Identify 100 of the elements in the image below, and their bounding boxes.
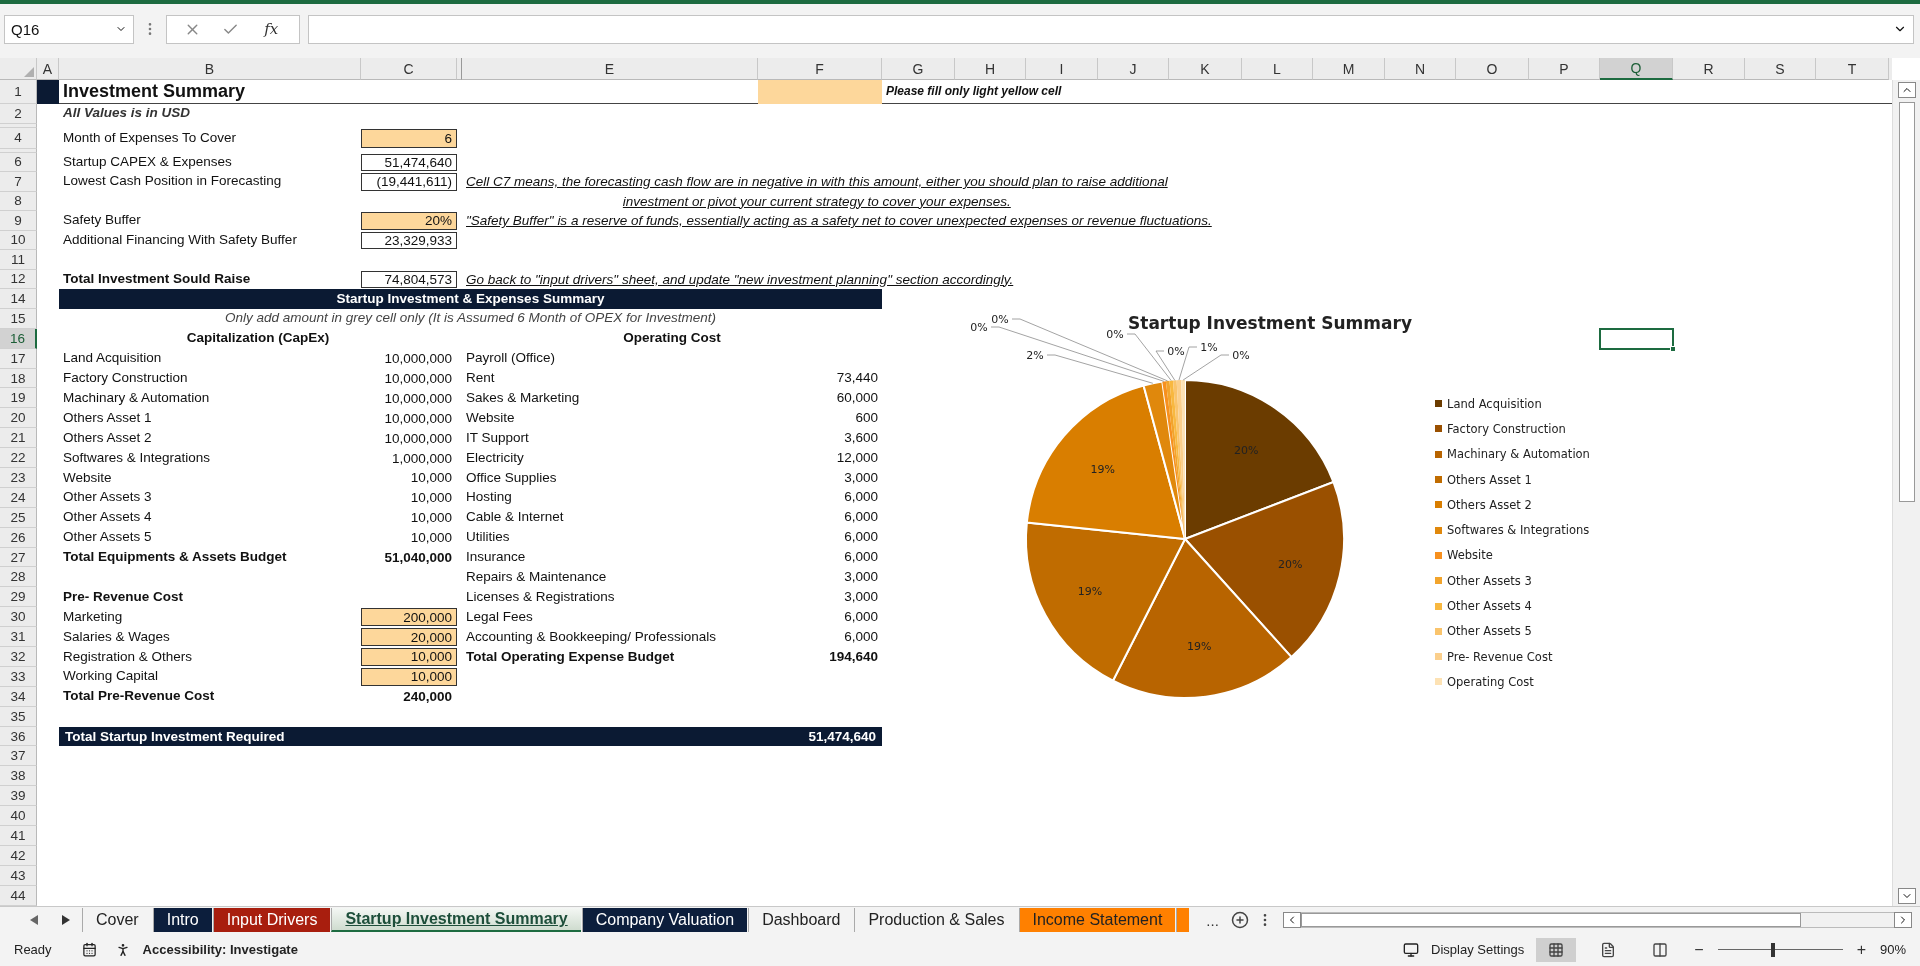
column-header[interactable]: K: [1169, 58, 1242, 80]
row-header[interactable]: 28: [0, 567, 37, 588]
insert-function-button[interactable]: fx: [260, 20, 283, 38]
row-header[interactable]: 27: [0, 547, 37, 568]
column-header[interactable]: S: [1745, 58, 1816, 80]
sheet-tab[interactable]: Intro: [152, 908, 212, 932]
columns-icon: [1652, 941, 1669, 958]
formula-field[interactable]: [308, 14, 1914, 44]
row-header[interactable]: 37: [0, 746, 37, 767]
row-header[interactable]: 36: [0, 726, 37, 747]
row-header[interactable]: 20: [0, 408, 37, 429]
row-header[interactable]: 16: [0, 328, 37, 349]
row-header[interactable]: 17: [0, 348, 37, 369]
view-button[interactable]: [1536, 937, 1577, 962]
column-header[interactable]: Q: [1600, 58, 1673, 80]
monitor-icon[interactable]: [1403, 941, 1420, 958]
scrollbar-thumb[interactable]: [1898, 102, 1915, 502]
scroll-left-button[interactable]: [1282, 912, 1301, 928]
row-header[interactable]: 29: [0, 587, 37, 608]
sheet-tab[interactable]: Input Drivers: [212, 908, 331, 932]
column-header[interactable]: A: [37, 58, 59, 80]
legend-label: Machinary & Automation: [1447, 447, 1590, 462]
row-header[interactable]: 21: [0, 428, 37, 449]
zoom-in-button[interactable]: +: [1854, 940, 1868, 959]
row-header[interactable]: 33: [0, 666, 37, 687]
scrollbar-thumb[interactable]: [1300, 913, 1801, 927]
data-label: 0%: [1232, 349, 1250, 362]
right-triangle-icon[interactable]: [62, 915, 70, 925]
column-header[interactable]: M: [1313, 58, 1385, 80]
row-header[interactable]: 11: [0, 250, 37, 270]
row-header[interactable]: 40: [0, 806, 37, 827]
slider-thumb[interactable]: [1770, 942, 1775, 957]
row-header[interactable]: 24: [0, 487, 37, 508]
column-header[interactable]: B: [59, 58, 361, 80]
row-header[interactable]: 18: [0, 368, 37, 389]
row-header[interactable]: 14: [0, 289, 37, 309]
row-header[interactable]: 38: [0, 766, 37, 787]
row-header[interactable]: 9: [0, 211, 37, 231]
row-label: Website: [465, 410, 516, 426]
name-box[interactable]: Q16: [4, 14, 134, 44]
row-header[interactable]: 42: [0, 845, 37, 866]
sheet-tab[interactable]: Production & Sales: [854, 908, 1018, 932]
scroll-down-button[interactable]: [1897, 888, 1916, 904]
row-header[interactable]: 4: [0, 127, 37, 149]
row-header[interactable]: 43: [0, 865, 37, 886]
row-header[interactable]: 32: [0, 647, 37, 667]
row-header[interactable]: 34: [0, 686, 37, 707]
row-header[interactable]: 2: [0, 104, 37, 124]
zoom-out-button[interactable]: −: [1692, 940, 1706, 959]
sheet-tab[interactable]: Income Statement: [1018, 908, 1176, 932]
zoom-slider[interactable]: [1717, 942, 1843, 957]
sheet-tab[interactable]: [1176, 908, 1190, 932]
row-header[interactable]: 44: [0, 885, 37, 906]
calendar-icon[interactable]: [81, 942, 97, 957]
more-tabs-button[interactable]: ...: [1190, 907, 1227, 933]
column-header[interactable]: P: [1529, 58, 1600, 80]
row-header[interactable]: 1: [0, 80, 37, 104]
sheet-tab[interactable]: Company Valuation: [581, 908, 748, 932]
row-header[interactable]: 30: [0, 607, 37, 628]
scroll-up-button[interactable]: [1897, 82, 1916, 98]
column-header[interactable]: H: [955, 58, 1026, 80]
row-header[interactable]: 31: [0, 627, 37, 648]
accessibility-status[interactable]: Accessibility: Investigate: [142, 942, 298, 957]
row-header[interactable]: 15: [0, 308, 37, 329]
column-header[interactable]: I: [1026, 58, 1098, 80]
row-header[interactable]: 7: [0, 172, 37, 192]
row-header[interactable]: 35: [0, 706, 37, 727]
legend-label: Other Assets 4: [1447, 599, 1532, 613]
column-header[interactable]: E: [462, 58, 758, 80]
legend-label: Softwares & Integrations: [1447, 523, 1590, 538]
row-header[interactable]: 39: [0, 786, 37, 807]
row-header[interactable]: 41: [0, 826, 37, 846]
column-header[interactable]: N: [1385, 58, 1456, 80]
column-header[interactable]: C: [361, 58, 457, 80]
table-cell-text: 6,000: [843, 609, 879, 625]
row-header[interactable]: 19: [0, 388, 37, 409]
scroll-right-button[interactable]: [1894, 912, 1912, 928]
display-settings-button[interactable]: Display Settings: [1431, 942, 1525, 957]
row-header[interactable]: 25: [0, 507, 37, 528]
column-header[interactable]: F: [758, 58, 882, 80]
group-heading: Pre- Revenue Cost: [62, 589, 185, 605]
left-triangle-icon[interactable]: [30, 915, 38, 925]
row-label: IT Support: [465, 430, 530, 446]
row-header[interactable]: 26: [0, 527, 37, 548]
total-value: 240,000: [402, 688, 453, 706]
column-header[interactable]: T: [1816, 58, 1889, 80]
row-label: Licenses & Registrations: [465, 589, 616, 605]
sheet-tab[interactable]: Startup Investment Summary: [331, 908, 581, 932]
row-header[interactable]: 22: [0, 448, 37, 468]
value-cell-text: 10,000: [409, 509, 453, 527]
column-header[interactable]: O: [1456, 58, 1529, 80]
column-header[interactable]: G: [882, 58, 955, 80]
row-header[interactable]: 23: [0, 468, 37, 488]
column-header[interactable]: J: [1098, 58, 1169, 80]
sheet-tab[interactable]: Cover: [82, 908, 152, 932]
zoom-level[interactable]: 90%: [1879, 942, 1906, 957]
column-header[interactable]: R: [1673, 58, 1745, 80]
sheet-tab[interactable]: Dashboard: [748, 908, 854, 932]
column-header[interactable]: L: [1242, 58, 1313, 80]
add-sheet-icon[interactable]: [1230, 911, 1249, 929]
